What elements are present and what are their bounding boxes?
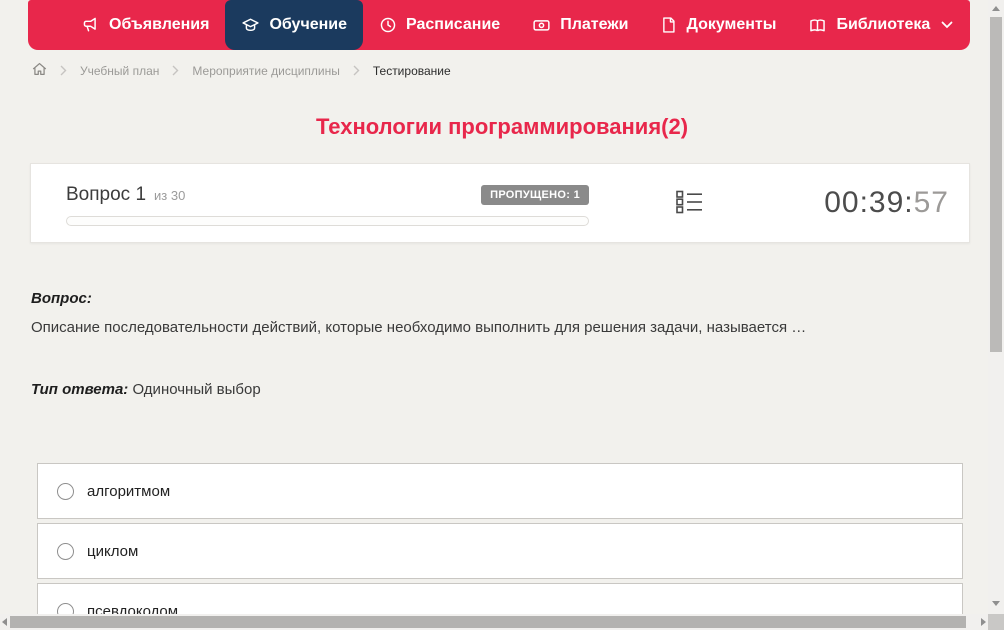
test-page: Объявления Обучение Расписание Платежи Д… [0, 0, 1004, 630]
skipped-badge: ПРОПУЩЕНО: 1 [481, 185, 589, 205]
breadcrumb-separator-icon [172, 65, 179, 76]
nav-item-library[interactable]: Библиотека [792, 0, 969, 50]
breadcrumb-separator-icon [353, 65, 360, 76]
radio-button[interactable] [57, 542, 74, 560]
breadcrumb: Учебный план Мероприятие дисциплины Тест… [32, 62, 451, 79]
nav-item-payments[interactable]: Платежи [516, 0, 644, 50]
megaphone-icon [82, 16, 100, 34]
scroll-down-arrow[interactable] [992, 601, 1000, 606]
chevron-down-icon [941, 21, 953, 29]
clock-icon [379, 16, 397, 34]
option-label: алгоритмом [87, 482, 171, 500]
nav-item-schedule[interactable]: Расписание [363, 0, 516, 50]
nav-item-learning[interactable]: Обучение [225, 0, 364, 50]
question-text: Описание последовательности действий, ко… [31, 319, 807, 336]
nav-item-label: Документы [686, 16, 777, 33]
option-label: циклом [87, 542, 139, 560]
question-label: Вопрос: [31, 290, 92, 307]
nav-item-announcements[interactable]: Объявления [66, 0, 225, 50]
question-list-icon [676, 190, 703, 218]
timer: 00:39:57 [824, 186, 949, 220]
answer-option-cycle[interactable]: циклом [37, 523, 963, 579]
horizontal-scrollbar[interactable] [0, 614, 988, 630]
vertical-scrollbar[interactable] [988, 0, 1004, 614]
breadcrumb-separator-icon [60, 65, 67, 76]
page-title: Технологии программирования(2) [315, 114, 689, 139]
question-body: Вопрос: Описание последовательности дейс… [31, 290, 961, 398]
question-number: Вопрос 1 [66, 184, 147, 205]
question-list-button[interactable] [676, 190, 703, 219]
vertical-scrollbar-thumb[interactable] [990, 17, 1002, 352]
banknote-icon [532, 16, 551, 34]
document-icon [660, 16, 677, 34]
breadcrumb-discipline-event[interactable]: Мероприятие дисциплины [192, 64, 339, 78]
scroll-right-arrow[interactable] [981, 618, 986, 626]
scroll-up-arrow[interactable] [992, 6, 1000, 11]
answer-option-algorithm[interactable]: алгоритмом [37, 463, 963, 519]
timer-seconds: 57 [913, 186, 949, 219]
answer-options: алгоритмом циклом псевдокодом [37, 463, 963, 630]
answer-type-label: Тип ответа: [31, 381, 129, 398]
nav-item-label: Объявления [109, 16, 210, 33]
nav-item-documents[interactable]: Документы [644, 0, 792, 50]
graduation-cap-icon [241, 16, 260, 34]
nav-item-label: Расписание [406, 16, 501, 33]
question-progress-block: Вопрос 1 из 30 ПРОПУЩЕНО: 1 [66, 184, 589, 226]
progress-bar [66, 216, 589, 226]
question-total: из 30 [154, 188, 186, 203]
question-header-card: Вопрос 1 из 30 ПРОПУЩЕНО: 1 00:39:57 [30, 163, 970, 243]
breadcrumb-testing: Тестирование [372, 63, 451, 78]
nav-item-label: Библиотека [836, 16, 931, 33]
nav-item-label: Обучение [269, 16, 348, 33]
open-book-icon [808, 16, 827, 34]
nav-item-label: Платежи [560, 16, 629, 33]
radio-button[interactable] [57, 482, 74, 500]
home-icon[interactable] [32, 62, 47, 79]
timer-minutes: 00:39: [824, 186, 914, 219]
scrollbar-corner [988, 614, 1004, 630]
top-navigation: Объявления Обучение Расписание Платежи Д… [28, 0, 970, 50]
scroll-left-arrow[interactable] [2, 618, 7, 626]
horizontal-scrollbar-thumb[interactable] [10, 616, 966, 628]
answer-type-row: Тип ответа: Одиночный выбор [31, 381, 961, 398]
answer-type-value: Одиночный выбор [132, 381, 261, 398]
breadcrumb-curriculum[interactable]: Учебный план [80, 64, 159, 78]
